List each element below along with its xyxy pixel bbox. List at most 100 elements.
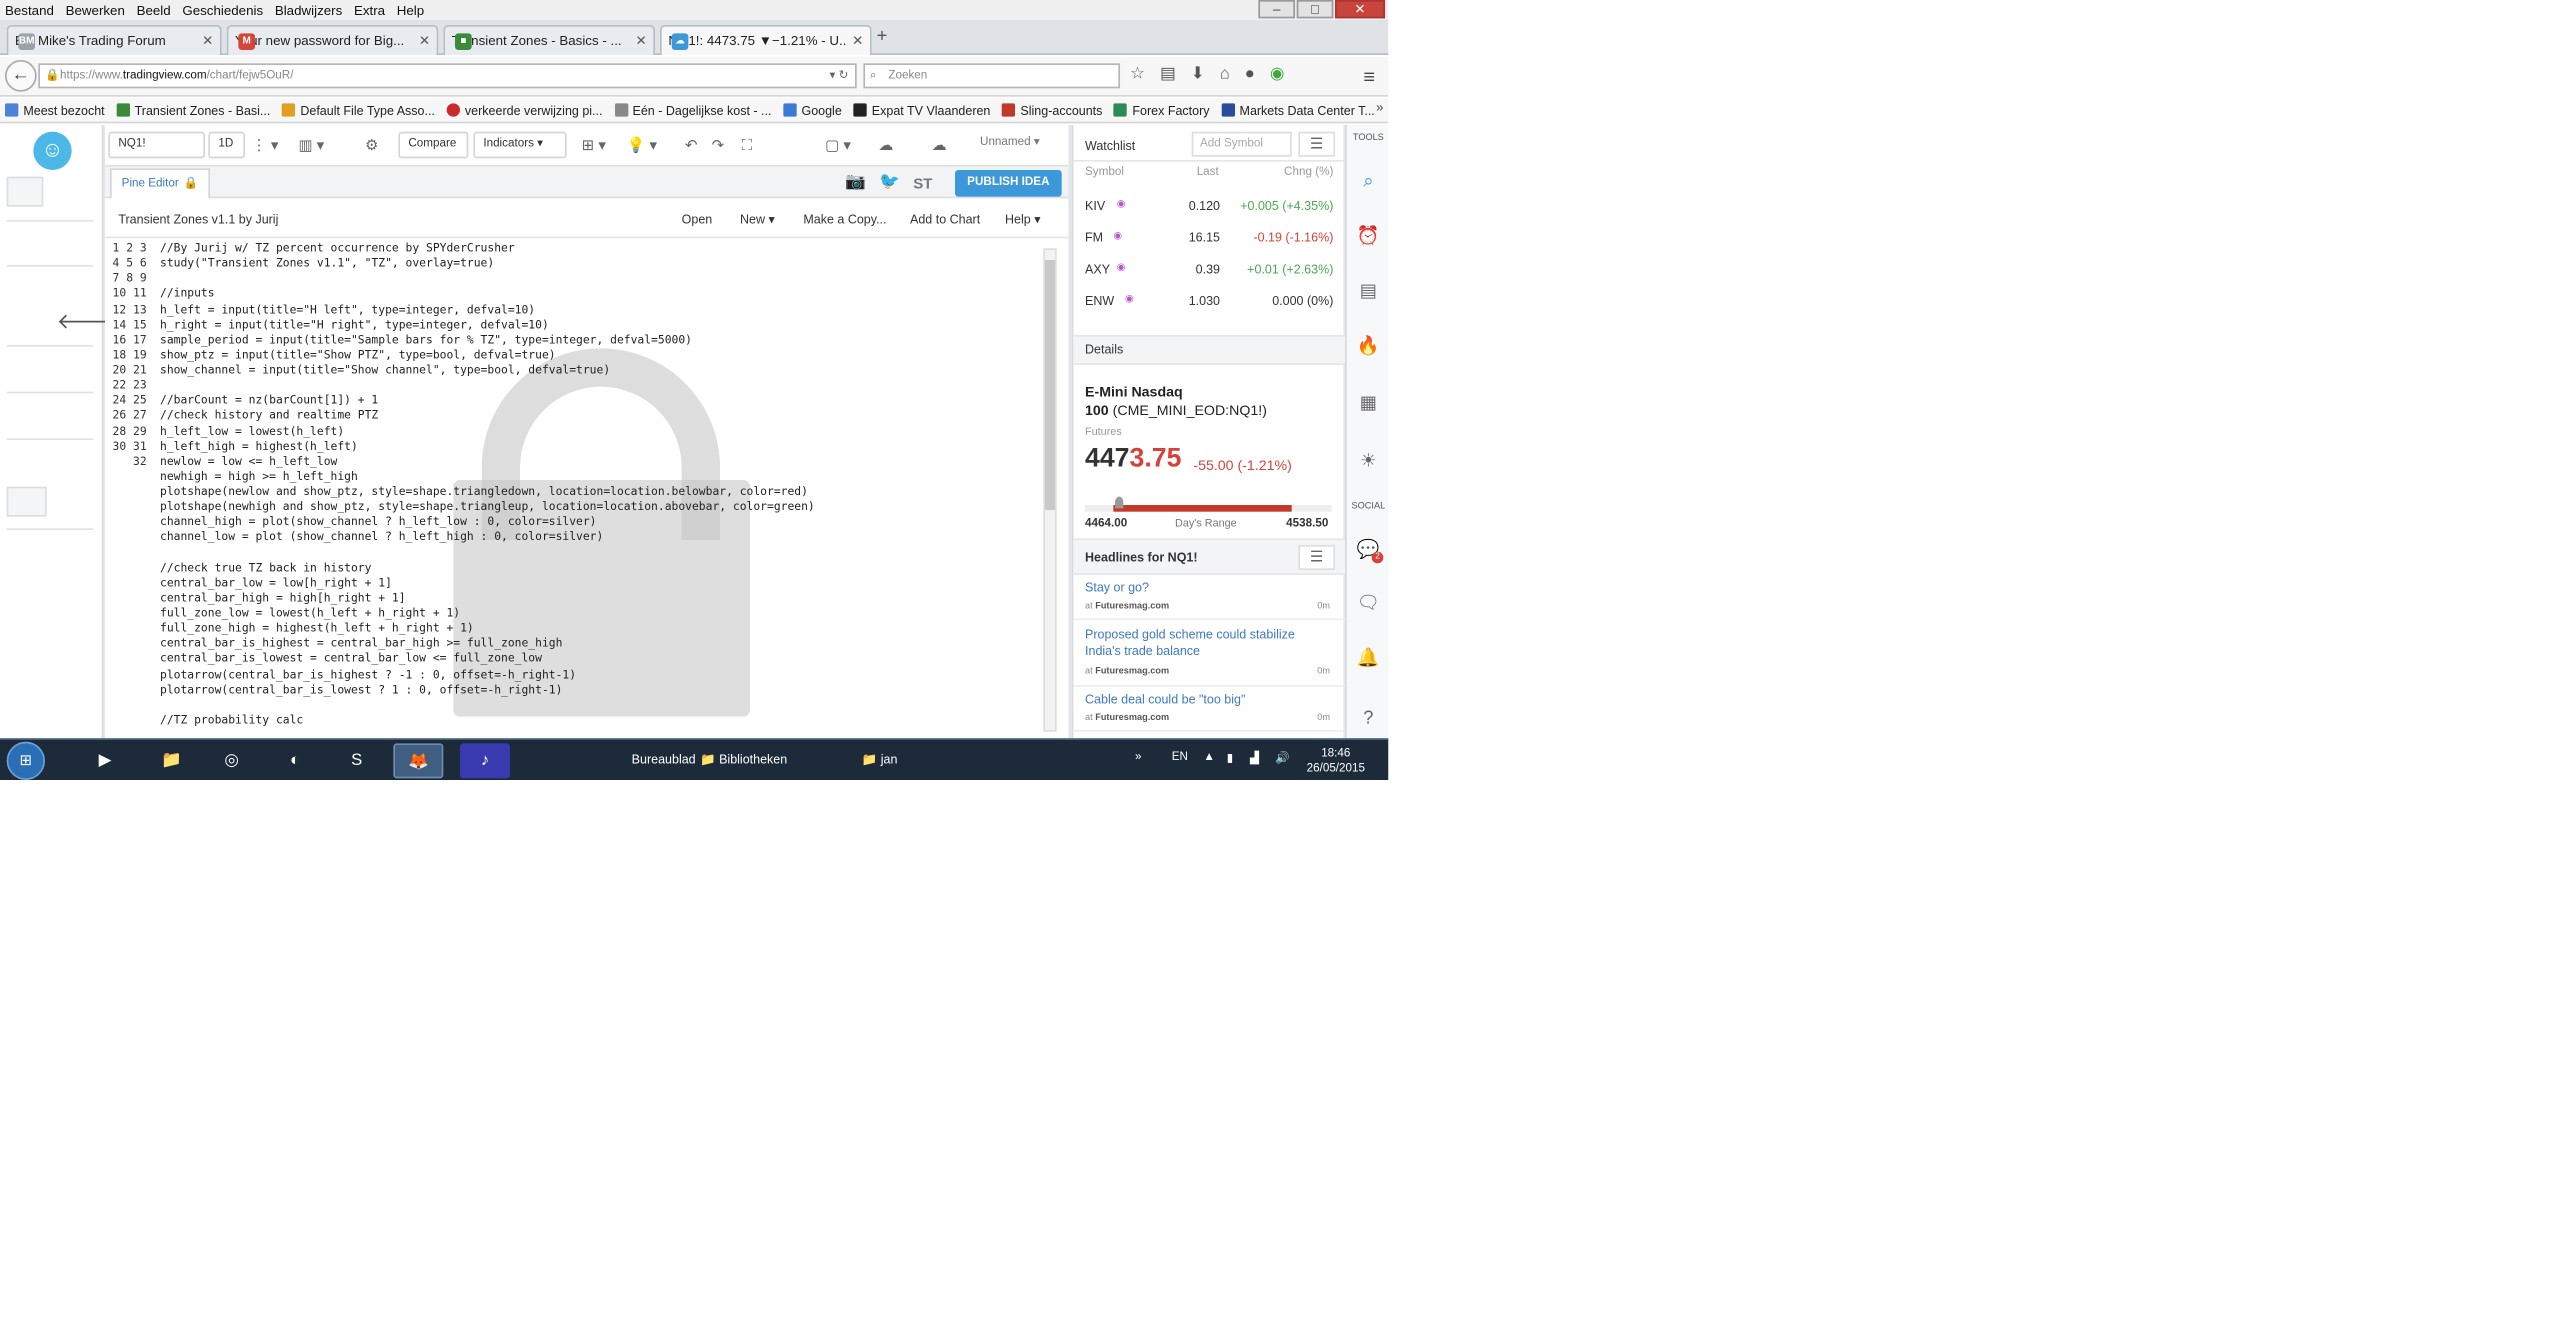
drawing-tool-slot[interactable] (6, 486, 47, 517)
interval-select[interactable]: 1D (208, 131, 246, 159)
interval-more-icon[interactable]: ⋮ ▾ (252, 132, 279, 159)
lightbulb-icon[interactable]: 💡 ▾ (627, 132, 657, 159)
tab-transient-zones[interactable]: ■ Transient Zones - Basics - ... ✕ (443, 25, 656, 56)
scrollbar-thumb[interactable] (1045, 260, 1056, 511)
menu-bewerken[interactable]: Bewerken (66, 3, 125, 18)
watchlist-row[interactable]: ENW ◉ 1.030 0.000 (0%) (1073, 285, 1345, 317)
bookmark-item[interactable]: Expat TV Vlaanderen (853, 103, 990, 118)
news-item[interactable]: Stay or go? at Futuresmag.com 0m (1073, 580, 1346, 621)
app-icon[interactable]: ◐ (270, 743, 320, 778)
watchlist-row[interactable]: AXY ◉ 0.39 +0.01 (+2.63%) (1073, 253, 1345, 285)
ideas-lightbulb-icon[interactable]: ☀ (1357, 450, 1380, 473)
layout-icon[interactable]: ▢ ▾ (825, 132, 851, 159)
bookmark-item[interactable]: Forex Factory (1114, 103, 1210, 118)
news-title[interactable]: Proposed gold scheme could stabilize Ind… (1085, 627, 1318, 660)
help-icon[interactable]: ? (1357, 707, 1380, 730)
chart-style-icon[interactable]: ▥ ▾ (298, 132, 324, 159)
language-indicator[interactable]: EN (1172, 752, 1188, 764)
bookmark-item[interactable]: Default File Type Asso... (282, 103, 435, 118)
tab-tradingview[interactable]: ☁ NQ1!: 4473.75 ▼−1.21% - U... ✕ (660, 25, 872, 56)
maximize-button[interactable]: □ (1296, 0, 1334, 19)
watchlist-row[interactable]: FM ◉ 16.15 -0.19 (-1.16%) (1073, 222, 1345, 254)
tray-overflow-icon[interactable]: » (1135, 752, 1142, 764)
user-folder-toolbar[interactable]: 📁 jan (862, 752, 898, 767)
start-button[interactable]: ⊞ (6, 741, 46, 781)
col-change[interactable]: Chng (%) (1284, 167, 1333, 179)
new-button[interactable]: New ▾ (740, 212, 775, 227)
col-last[interactable]: Last (1197, 167, 1219, 179)
alert-add-icon[interactable]: ⊞ ▾ (582, 132, 606, 159)
code-editor[interactable]: 1 2 3 4 5 6 7 8 9 10 11 12 13 14 15 16 1… (105, 238, 1069, 739)
minimize-button[interactable]: – (1258, 0, 1296, 19)
menu-extra[interactable]: Extra (354, 3, 385, 18)
col-symbol[interactable]: Symbol (1085, 167, 1124, 179)
redo-icon[interactable]: ↷ (712, 132, 725, 159)
camera-icon[interactable]: 📷 (845, 173, 866, 191)
smiley-icon[interactable]: ☺ (33, 131, 72, 171)
gear-icon[interactable]: ⚙ (365, 132, 378, 159)
watchlist-row[interactable]: KIV ◉ 0.120 +0.005 (+4.35%) (1073, 190, 1345, 222)
menu-help[interactable]: Help (397, 3, 424, 18)
star-icon[interactable]: ☆ (1130, 65, 1145, 83)
hotlist-flame-icon[interactable]: 🔥 (1357, 335, 1380, 358)
bookmark-item[interactable]: Markets Data Center T... (1221, 103, 1375, 118)
bookmarks-overflow-icon[interactable]: » (1376, 100, 1383, 115)
stocktwits-icon[interactable]: ST (913, 174, 932, 191)
news-item[interactable]: Cable deal could be "too big" at Futures… (1073, 692, 1346, 732)
tab-close-icon[interactable]: ✕ (202, 33, 213, 48)
bookmark-item[interactable]: Eén - Dagelijkse kost - ... (614, 103, 771, 118)
notifications-bell-icon[interactable]: 🔔 (1357, 647, 1380, 670)
skype-icon[interactable]: S (332, 743, 382, 778)
firefox-icon[interactable]: 🦊 (393, 743, 444, 779)
data-window-icon[interactable]: ▤ (1357, 280, 1380, 303)
bookmark-item[interactable]: Sling-accounts (1002, 103, 1102, 118)
close-window-button[interactable]: ✕ (1335, 0, 1386, 19)
add-symbol-input[interactable]: Add Symbol (1191, 131, 1292, 157)
network-icon[interactable]: ▟ (1250, 752, 1259, 765)
home-icon[interactable]: ⌂ (1220, 65, 1230, 83)
bookmark-item[interactable]: verkeerde verwijzing pi... (446, 103, 603, 118)
layout-name[interactable]: Unnamed ▾ (971, 131, 1062, 159)
menu-icon[interactable]: ≡ (1363, 65, 1375, 88)
compare-button[interactable]: Compare (398, 131, 469, 159)
menu-geschiedenis[interactable]: Geschiedenis (182, 3, 263, 18)
bookmark-item[interactable]: Google (783, 103, 842, 118)
symbol-input[interactable]: NQ1! (108, 131, 206, 159)
publish-idea-button[interactable]: PUBLISH IDEA (955, 170, 1062, 197)
code-text[interactable]: //By Jurij w/ TZ percent occurrence by S… (160, 242, 815, 729)
bookmark-item[interactable]: Transient Zones - Basi... (116, 103, 270, 118)
bookmark-item[interactable]: Meest bezocht (5, 103, 105, 118)
news-title[interactable]: Stay or go? (1085, 580, 1318, 597)
reload-icon[interactable]: ▾ ↻ (829, 65, 848, 87)
tab-bigmike[interactable]: BM Big Mike's Trading Forum ✕ (6, 25, 222, 56)
addon-icon[interactable]: ◉ (1270, 65, 1285, 83)
private-chats-icon[interactable]: 🗨 (1357, 592, 1380, 615)
list-menu-icon[interactable]: ☰ (1298, 545, 1336, 571)
news-item[interactable]: Proposed gold scheme could stabilize Ind… (1073, 627, 1346, 687)
tab-close-icon[interactable]: ✕ (419, 33, 430, 48)
watchlist-icon[interactable]: ⌕ (1357, 170, 1380, 193)
news-title[interactable]: Cable deal could be "too big" (1085, 692, 1318, 709)
menu-bestand[interactable]: Bestand (5, 3, 54, 18)
calendar-icon[interactable]: ▦ (1357, 392, 1380, 415)
libraries-toolbar[interactable]: 📁 Bibliotheken (700, 752, 787, 767)
show-hidden-icons[interactable]: ▲ (1203, 752, 1215, 764)
list-menu-icon[interactable]: ☰ (1298, 131, 1336, 157)
menu-bladwijzers[interactable]: Bladwijzers (275, 3, 342, 18)
url-field[interactable]: 🔒 https://www.tradingview.com/chart/fejw… (38, 63, 857, 89)
twitter-icon[interactable]: 🐦 (879, 173, 900, 191)
menu-beeld[interactable]: Beeld (137, 3, 171, 18)
chrome-icon[interactable]: ◎ (207, 743, 257, 778)
search-input[interactable]: ⌕ Zoeken (863, 63, 1121, 89)
drawing-tool-slot[interactable] (6, 176, 44, 207)
download-icon[interactable]: ⬇ (1191, 65, 1205, 83)
chat-icon[interactable]: ● (1245, 65, 1255, 83)
tab-pine-editor[interactable]: Pine Editor 🔒 (110, 168, 211, 199)
explorer-folder-icon[interactable]: 📁 (147, 743, 197, 778)
desktop-toolbar[interactable]: Bureaublad (632, 752, 696, 767)
tab-close-icon[interactable]: ✕ (852, 33, 863, 48)
back-arrow-icon[interactable]: ← (5, 60, 37, 92)
system-clock[interactable]: 18:46 26/05/2015 (1307, 747, 1365, 777)
new-tab-button[interactable]: + (877, 27, 888, 47)
add-to-chart-button[interactable]: Add to Chart (910, 212, 980, 227)
